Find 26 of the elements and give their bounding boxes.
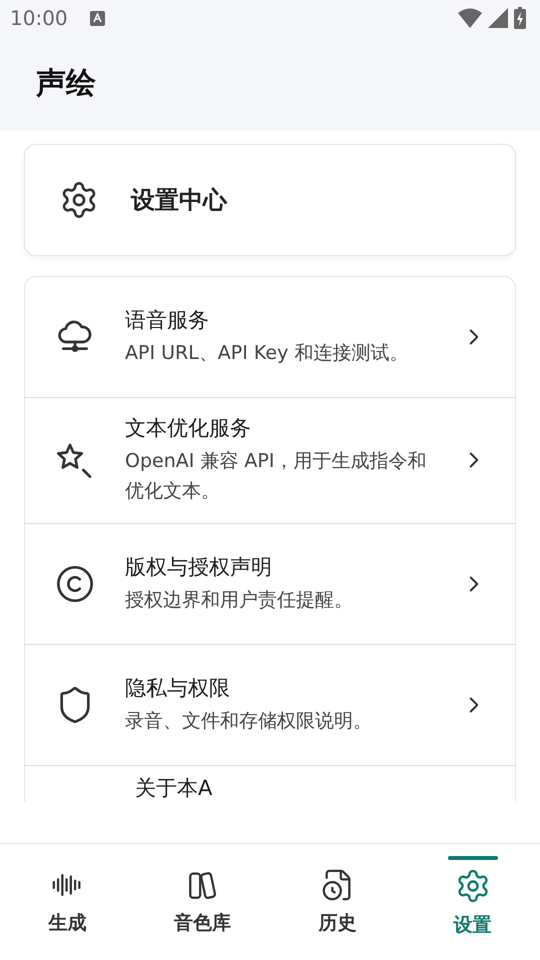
settings-list-item[interactable]: 隐私与权限 录音、文件和存储权限说明。: [25, 644, 515, 765]
nav-tab[interactable]: 生成: [0, 844, 135, 960]
item-description: 录音、文件和存储权限说明。: [125, 708, 373, 734]
nav-tab[interactable]: 音色库: [135, 844, 270, 960]
settings-list-item[interactable]: 版权与授权声明 授权边界和用户责任提醒。: [25, 522, 515, 644]
settings-list-item[interactable]: 文本优化服务 OpenAI 兼容 API，用于生成指令和优化文本。: [25, 397, 515, 523]
copyright-icon: [55, 564, 95, 604]
item-title: 关于本A: [135, 774, 214, 802]
nav-tab[interactable]: 历史: [270, 844, 405, 960]
settings-list-item[interactable]: 关于本A: [25, 764, 515, 802]
item-description: OpenAI 兼容 API，用于生成指令和优化文本。: [125, 449, 428, 504]
item-title: 文本优化服务: [125, 415, 252, 442]
item-title: 语音服务: [125, 306, 210, 334]
nav-tab[interactable]: 设置: [405, 844, 540, 960]
item-title: 版权与授权声明: [125, 554, 273, 581]
signal-icon: [488, 8, 508, 28]
item-description: 授权边界和用户责任提醒。: [125, 588, 354, 613]
item-description: API URL、API Key 和连接测试。: [125, 340, 410, 366]
wifi-icon: [458, 8, 482, 28]
app-title: 声绘: [36, 65, 96, 103]
settings-center-title: 设置中心: [131, 185, 227, 216]
settings-list-item[interactable]: 语音服务 API URL、API Key 和连接测试。: [25, 277, 515, 397]
status-time: 10:00: [10, 6, 68, 30]
keyboard-notification-icon: [90, 10, 105, 26]
battery-charging-icon: [514, 7, 526, 29]
item-title: 隐私与权限: [125, 674, 231, 702]
